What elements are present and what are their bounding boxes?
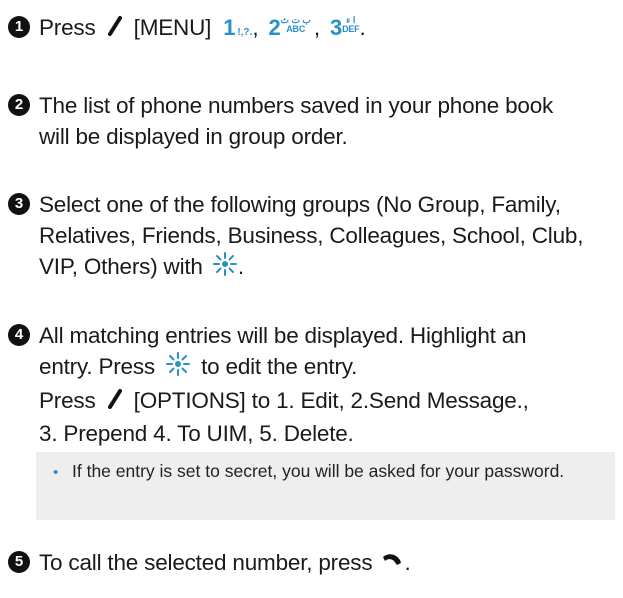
navigation-key-icon xyxy=(165,351,191,385)
key-1: 1!,?. xyxy=(223,15,253,40)
step-3-line-1: Select one of the following groups (No G… xyxy=(39,192,561,217)
navigation-key-icon xyxy=(212,251,238,285)
step-number-3: 3 xyxy=(8,193,30,215)
key-2: 2ب ت ث ABC xyxy=(268,15,311,40)
note-box: • If the entry is set to secret, you wil… xyxy=(36,452,615,520)
step-5: 5 To call the selected number, press . xyxy=(8,547,611,580)
step-3-line-3: VIP, Others) with xyxy=(39,254,203,279)
step-number-4: 4 xyxy=(8,324,30,346)
key-3: 3ا ء DEF xyxy=(330,15,360,40)
step-5-text: To call the selected number, press xyxy=(39,550,373,575)
step-3: 3 Select one of the following groups (No… xyxy=(8,189,611,285)
press-label: Press xyxy=(39,15,96,40)
send-call-key-icon xyxy=(380,549,404,580)
step-3-line-2: Relatives, Friends, Business, Colleagues… xyxy=(39,223,584,248)
step-2-line-2: will be displayed in group order. xyxy=(39,124,348,149)
step-2: 2 The list of phone numbers saved in you… xyxy=(8,90,611,152)
step-4: 4 All matching entries will be displayed… xyxy=(8,320,611,449)
note-text: If the entry is set to secret, you will … xyxy=(72,461,565,481)
soft-key-slash-icon xyxy=(107,14,122,45)
step-2-line-1: The list of phone numbers saved in your … xyxy=(39,93,554,118)
step-number-1: 1 xyxy=(8,16,30,38)
step-4-line-4: 3. Prepend 4. To UIM, 5. Delete. xyxy=(39,420,354,446)
soft-key-slash-icon xyxy=(107,387,122,418)
step-4-line-1: All matching entries will be displayed. … xyxy=(39,323,527,348)
step-number-5: 5 xyxy=(8,551,30,573)
step-1: 1 Press [MENU] 1!,?., 2ب ت ث ABC, 3ا ء DEF… xyxy=(8,12,611,48)
step-number-2: 2 xyxy=(8,94,30,116)
menu-key-label: [MENU] xyxy=(133,15,212,40)
note-bullet: • xyxy=(53,464,59,481)
